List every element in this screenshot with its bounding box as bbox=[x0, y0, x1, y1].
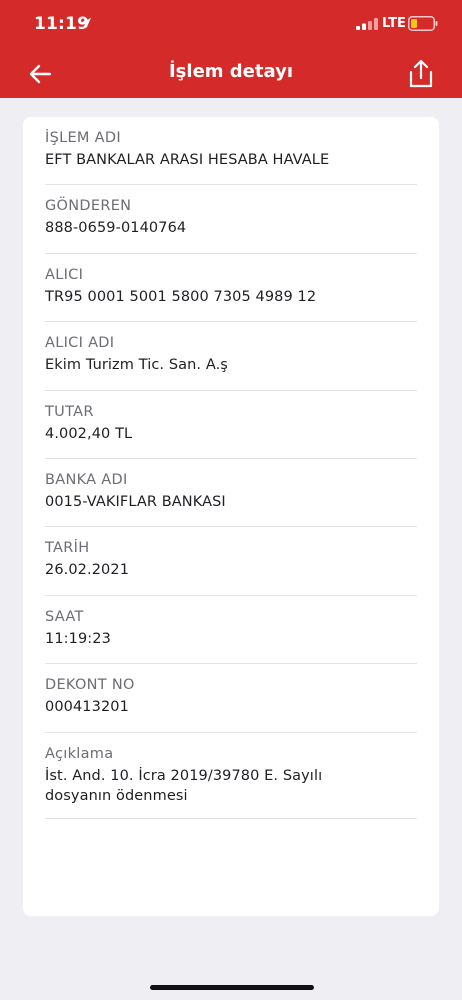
app-header: 11:19 LTE İşlem detayı bbox=[0, 0, 462, 98]
detail-value: 26.02.2021 bbox=[45, 562, 130, 579]
detail-label: TUTAR bbox=[45, 403, 94, 420]
cellular-signal-icon bbox=[356, 18, 378, 30]
detail-label: GÖNDEREN bbox=[45, 198, 132, 215]
detail-value-line: dosyanın ödenmesi bbox=[45, 787, 188, 804]
page-title: İşlem detayı bbox=[168, 61, 293, 82]
status-bar: 11:19 LTE bbox=[0, 0, 462, 50]
transaction-detail-card: İŞLEM ADI EFT BANKALAR ARASI HESABA HAVA… bbox=[23, 117, 439, 916]
detail-row-amount: TUTAR 4.002,40 TL bbox=[45, 391, 417, 459]
detail-row-bank-name: BANKA ADI 0015-VAKIFLAR BANKASI bbox=[45, 459, 417, 528]
detail-row-receiver-name: ALICI ADI Ekim Turizm Tic. San. A.ş bbox=[45, 322, 417, 391]
detail-value: Ekim Turizm Tic. San. A.ş bbox=[45, 357, 228, 374]
detail-label: İŞLEM ADI bbox=[45, 130, 121, 146]
home-indicator bbox=[150, 985, 314, 990]
detail-row-receiver: ALICI TR95 0001 5001 5800 7305 4989 12 bbox=[45, 254, 417, 323]
network-type: LTE bbox=[382, 16, 406, 31]
detail-label: DEKONT NO bbox=[45, 677, 135, 694]
location-arrow-icon bbox=[81, 18, 91, 28]
detail-row-sender: GÖNDEREN 888-0659-0140764 bbox=[45, 185, 417, 254]
detail-value: 0015-VAKIFLAR BANKASI bbox=[45, 493, 226, 510]
detail-row-time: SAAT 11:19:23 bbox=[45, 596, 417, 665]
detail-row-receipt-number: DEKONT NO 000413201 bbox=[45, 664, 417, 733]
detail-label: ALICI ADI bbox=[45, 335, 115, 352]
detail-value: 4.002,40 TL bbox=[45, 425, 133, 442]
detail-label: BANKA ADI bbox=[45, 471, 128, 488]
detail-label: Açıklama bbox=[45, 745, 114, 762]
detail-value: EFT BANKALAR ARASI HESABA HAVALE bbox=[45, 152, 330, 168]
detail-value: 888-0659-0140764 bbox=[45, 220, 187, 237]
battery-low-icon bbox=[408, 16, 438, 31]
detail-row-transaction-name: İŞLEM ADI EFT BANKALAR ARASI HESABA HAVA… bbox=[45, 117, 417, 186]
detail-value-line: İst. And. 10. İcra 2019/39780 E. Sayılı bbox=[45, 767, 323, 784]
share-icon[interactable] bbox=[406, 58, 436, 90]
detail-label: SAAT bbox=[45, 608, 84, 625]
detail-value: 000413201 bbox=[45, 699, 129, 716]
detail-row-date: TARİH 26.02.2021 bbox=[45, 527, 417, 596]
detail-label: ALICI bbox=[45, 266, 84, 283]
detail-row-description: Açıklama İst. And. 10. İcra 2019/39780 E… bbox=[45, 733, 417, 819]
detail-value: 11:19:23 bbox=[45, 630, 111, 647]
navigation-bar: İşlem detayı bbox=[0, 50, 462, 98]
detail-value: TR95 0001 5001 5800 7305 4989 12 bbox=[45, 288, 317, 305]
detail-label: TARİH bbox=[45, 540, 90, 557]
detail-list: İŞLEM ADI EFT BANKALAR ARASI HESABA HAVA… bbox=[45, 117, 417, 819]
